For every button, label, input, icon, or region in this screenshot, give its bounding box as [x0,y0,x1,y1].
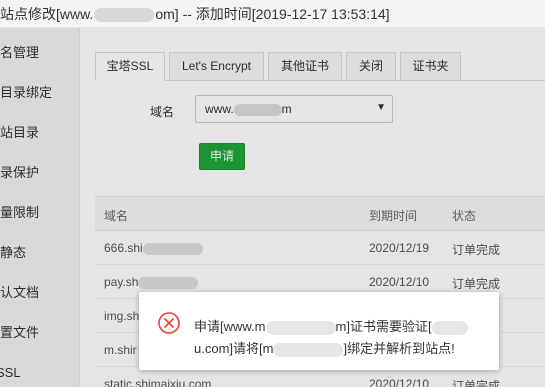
redacted-text [94,8,155,23]
error-circle-icon [158,312,180,334]
error-toast: 申请[www.m m]证书需要验证[ u.com]请将[m]绑定并解析到站点! [139,292,499,370]
dialog-title: 站点修改[www. om] -- 添加时间[2019-12-17 13:53:14… [0,6,390,23]
dialog-titlebar: 站点修改[www. om] -- 添加时间[2019-12-17 13:53:14… [0,0,545,28]
redacted-text [273,342,344,357]
redacted-text [431,320,468,335]
redacted-text [265,320,336,335]
error-message: 申请[www.m m]证书需要验证[ u.com]请将[m]绑定并解析到站点! [194,316,489,360]
